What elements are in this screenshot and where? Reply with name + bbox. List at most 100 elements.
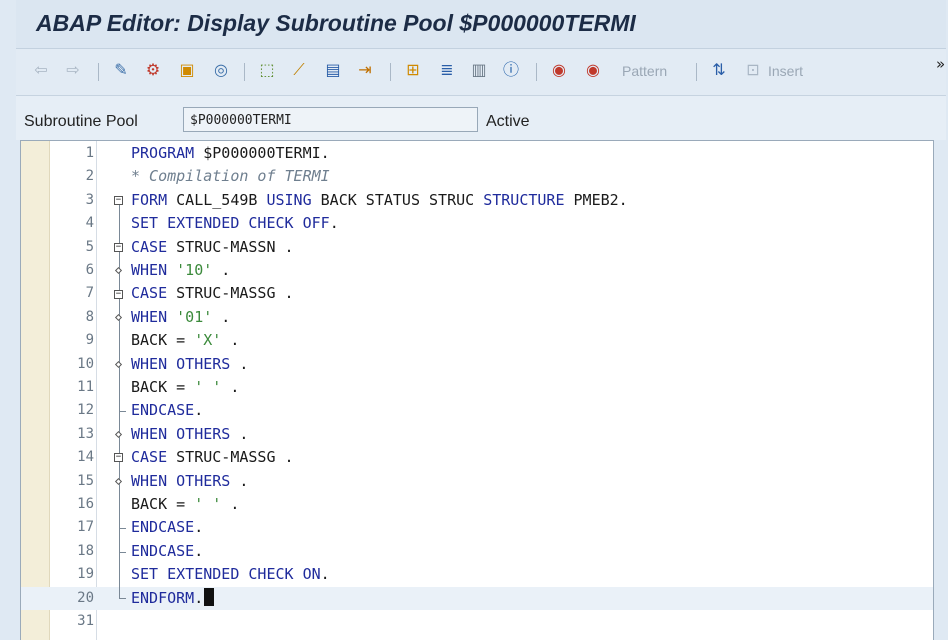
window-title: ABAP Editor: Display Subroutine Pool $P0…: [36, 10, 636, 36]
breakpoint-external-icon[interactable]: ◉: [582, 59, 604, 81]
code-text: WHEN OTHERS .: [131, 471, 249, 490]
fold-toggle-icon[interactable]: −: [114, 196, 123, 205]
block-end-marker: [119, 411, 126, 413]
toolbar-separator: [696, 63, 697, 81]
code-line[interactable]: 11 BACK = ' ' .: [21, 376, 933, 399]
structure-icon[interactable]: ≣: [436, 59, 458, 81]
code-line[interactable]: 14 CASE STRUC-MASSG .: [21, 446, 933, 469]
activate-icon[interactable]: ◎: [210, 59, 232, 81]
code-text: WHEN OTHERS .: [131, 424, 249, 443]
line-number: 18: [77, 542, 94, 559]
toolbar-separator: [390, 63, 391, 81]
line-number: 10: [77, 355, 94, 372]
object-header: Subroutine Pool $P000000TERMI Active: [16, 96, 946, 140]
line-number: 17: [77, 519, 94, 536]
code-text: * Compilation of TERMI: [131, 167, 330, 186]
forward-arrow-icon[interactable]: ⇨: [62, 59, 84, 81]
code-text: ENDCASE.: [131, 401, 204, 420]
code-line[interactable]: 20 ENDFORM.: [21, 586, 933, 610]
code-text: CASE STRUC-MASSG .: [131, 284, 294, 303]
code-line[interactable]: 15 WHEN OTHERS .: [21, 470, 933, 493]
pretty-printer-icon[interactable]: ⇅: [708, 59, 730, 81]
code-line[interactable]: 7 CASE STRUC-MASSG .: [21, 282, 933, 305]
code-line[interactable]: 10 WHEN OTHERS .: [21, 353, 933, 376]
title-bar: ABAP Editor: Display Subroutine Pool $P0…: [16, 0, 946, 49]
code-line[interactable]: 12 ENDCASE.: [21, 399, 933, 422]
insert-button[interactable]: Insert: [768, 63, 803, 79]
code-text: SET EXTENDED CHECK ON.: [131, 565, 330, 584]
code-line[interactable]: 17 ENDCASE.: [21, 516, 933, 539]
code-line[interactable]: 6 WHEN '10' .: [21, 259, 933, 282]
code-text: ENDCASE.: [131, 541, 204, 560]
active-inactive-icon[interactable]: ⚙: [142, 59, 164, 81]
code-text: WHEN '10' .: [131, 261, 231, 279]
code-line[interactable]: 4 SET EXTENDED CHECK OFF.: [21, 212, 933, 235]
line-number: 2: [85, 168, 94, 185]
code-line[interactable]: 18 ENDCASE.: [21, 540, 933, 563]
line-number: 6: [85, 262, 94, 278]
line-number: 11: [77, 379, 94, 395]
breakpoint-session-icon[interactable]: ◉: [548, 59, 570, 81]
block-end-marker: [119, 598, 126, 600]
code-line[interactable]: 9 BACK = 'X' .: [21, 329, 933, 352]
fold-toggle-icon[interactable]: −: [114, 242, 123, 252]
code-text: BACK = ' ' .: [131, 495, 240, 513]
code-text: WHEN OTHERS .: [131, 354, 249, 373]
code-line[interactable]: 3 FORM CALL_549B USING BACK STATUS STRUC …: [21, 189, 933, 212]
hierarchy-icon[interactable]: ⊞: [402, 59, 424, 81]
code-line[interactable]: 1 PROGRAM $P000000TERMI.: [21, 142, 933, 165]
fold-toggle-icon[interactable]: −: [114, 453, 123, 463]
code-text: BACK = ' ' .: [131, 378, 240, 396]
other-object-icon[interactable]: ▣: [176, 59, 198, 81]
line-number: 3: [85, 191, 94, 208]
more-toolbar-icon[interactable]: »: [936, 55, 945, 73]
code-line[interactable]: 5 CASE STRUC-MASSN .: [21, 236, 933, 259]
line-number: 13: [77, 425, 94, 442]
code-text: BACK = 'X' .: [131, 331, 240, 350]
code-text: ENDFORM.: [131, 587, 215, 610]
status-text: Active: [486, 113, 530, 130]
toolbar-separator: [98, 63, 99, 81]
line-number: 8: [85, 308, 94, 325]
magic-wand-icon[interactable]: ⟋: [288, 59, 310, 81]
code-text: CASE STRUC-MASSN .: [131, 237, 294, 256]
code-text: CASE STRUC-MASSG .: [131, 448, 294, 467]
pattern-button[interactable]: Pattern: [622, 63, 667, 79]
code-line[interactable]: 13 WHEN OTHERS .: [21, 423, 933, 446]
code-text: PROGRAM $P000000TERMI.: [131, 144, 330, 162]
line-number: 16: [77, 496, 94, 512]
code-text: SET EXTENDED CHECK OFF.: [131, 214, 339, 233]
line-number: 4: [85, 215, 94, 232]
code-line[interactable]: 8 WHEN '01' .: [21, 306, 933, 329]
info-icon[interactable]: ⓘ: [500, 59, 522, 81]
line-number: 31: [77, 613, 94, 629]
subroutine-pool-label: Subroutine Pool: [24, 113, 138, 130]
subroutine-pool-field[interactable]: $P000000TERMI: [183, 107, 478, 132]
code-editor[interactable]: 1 PROGRAM $P000000TERMI. 2 * Compilation of…: [20, 140, 934, 640]
block-end-marker: [119, 551, 126, 553]
back-arrow-icon[interactable]: ⇦: [30, 59, 52, 81]
export-icon[interactable]: ⇥: [354, 59, 376, 81]
line-number: 12: [77, 402, 94, 419]
code-line[interactable]: 31: [21, 610, 933, 633]
code-line[interactable]: 2 * Compilation of TERMI: [21, 165, 933, 188]
block-end-marker: [119, 528, 126, 530]
fold-line: [119, 200, 120, 599]
toolbar-separator: [536, 63, 537, 81]
display-change-icon[interactable]: ✎: [110, 59, 132, 81]
code-text: ENDCASE.: [131, 518, 204, 537]
line-number: 19: [77, 566, 94, 583]
line-number: 5: [85, 238, 94, 255]
code-line[interactable]: 19 SET EXTENDED CHECK ON.: [21, 563, 933, 586]
line-number: 14: [77, 449, 94, 466]
toolbar-separator: [244, 63, 245, 81]
fold-toggle-icon[interactable]: −: [114, 289, 123, 299]
line-number: 1: [85, 145, 94, 161]
line-number: 9: [85, 332, 94, 349]
code-text: FORM CALL_549B USING BACK STATUS STRUC S…: [131, 190, 628, 209]
where-used-icon[interactable]: ⬚: [256, 59, 278, 81]
insert-icon[interactable]: ⊡: [742, 59, 764, 81]
code-line[interactable]: 16 BACK = ' ' .: [21, 493, 933, 516]
screen-icon[interactable]: ▤: [322, 59, 344, 81]
book-icon[interactable]: ▥: [468, 59, 490, 81]
